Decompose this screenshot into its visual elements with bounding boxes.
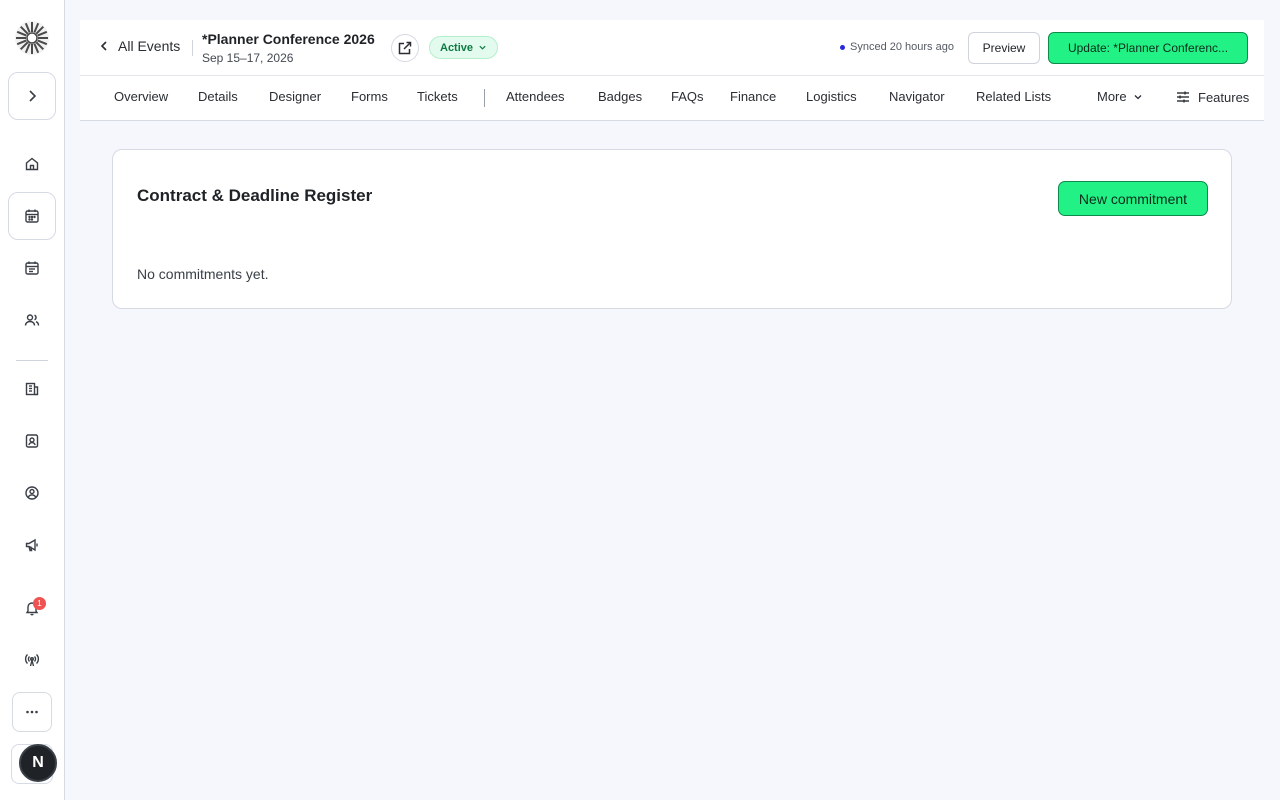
calendar-icon bbox=[25, 209, 39, 223]
sidebar-item-contacts[interactable] bbox=[12, 421, 52, 461]
tab-related-lists[interactable]: Related Lists bbox=[976, 89, 1051, 104]
open-external-button[interactable] bbox=[391, 34, 419, 62]
sidebar-item-marketing[interactable] bbox=[12, 525, 52, 565]
status-label: Active bbox=[440, 41, 474, 54]
megaphone-icon bbox=[25, 538, 38, 552]
event-header: All Events *Planner Conference 2026 Sep … bbox=[80, 20, 1264, 76]
sidebar-divider bbox=[16, 360, 48, 361]
tab-more-dropdown[interactable]: More bbox=[1097, 89, 1143, 104]
preview-button[interactable]: Preview bbox=[968, 32, 1040, 64]
sidebar-item-home[interactable] bbox=[12, 144, 52, 184]
broadcast-icon bbox=[24, 654, 40, 667]
features-button[interactable]: Features bbox=[1175, 89, 1249, 105]
external-link-icon bbox=[398, 41, 412, 55]
card-title: Contract & Deadline Register bbox=[137, 186, 373, 205]
tab-faqs[interactable]: FAQs bbox=[671, 89, 704, 104]
tab-badges[interactable]: Badges bbox=[598, 89, 642, 104]
expand-sidebar-button[interactable] bbox=[8, 72, 56, 120]
update-event-button[interactable]: Update: *Planner Conferenc... bbox=[1048, 32, 1248, 64]
event-tabs: Overview Details Designer Forms Tickets … bbox=[80, 76, 1264, 121]
sidebar-item-profile[interactable] bbox=[12, 473, 52, 513]
sidebar-item-broadcast[interactable] bbox=[12, 640, 52, 680]
chevron-right-icon bbox=[29, 90, 37, 102]
chevron-left-icon bbox=[100, 41, 107, 51]
chevron-down-icon bbox=[1134, 94, 1142, 99]
tab-finance[interactable]: Finance bbox=[730, 89, 776, 104]
tab-navigator[interactable]: Navigator bbox=[889, 89, 945, 104]
sync-status: Synced 20 hours ago bbox=[840, 41, 954, 53]
tab-overview[interactable]: Overview bbox=[114, 89, 168, 104]
home-icon bbox=[25, 157, 39, 171]
tab-forms[interactable]: Forms bbox=[351, 89, 388, 104]
sync-label: Synced 20 hours ago bbox=[850, 41, 954, 53]
tab-divider bbox=[484, 89, 485, 107]
sidebar-item-events[interactable] bbox=[8, 192, 56, 240]
contract-register-card: Contract & Deadline Register New commitm… bbox=[112, 149, 1232, 309]
building-icon bbox=[25, 382, 39, 396]
sidebar-item-people[interactable] bbox=[12, 300, 52, 340]
tab-more-label: More bbox=[1097, 89, 1127, 104]
calendar-list-icon bbox=[25, 261, 39, 275]
sidebar-item-schedule[interactable] bbox=[12, 248, 52, 288]
sidebar-item-venues[interactable] bbox=[12, 369, 52, 409]
users-icon bbox=[24, 314, 40, 326]
sidebar: 1 N bbox=[0, 0, 65, 800]
tab-tickets[interactable]: Tickets bbox=[417, 89, 458, 104]
sidebar-item-notifications[interactable] bbox=[12, 588, 52, 628]
avatar[interactable]: N bbox=[19, 744, 57, 782]
more-options-button[interactable] bbox=[12, 692, 52, 732]
event-dates: Sep 15–17, 2026 bbox=[202, 51, 294, 65]
header-divider bbox=[192, 40, 193, 56]
sync-dot-icon bbox=[840, 44, 845, 50]
back-label: All Events bbox=[118, 38, 181, 54]
new-commitment-button[interactable]: New commitment bbox=[1058, 181, 1208, 216]
user-circle-icon bbox=[25, 486, 39, 500]
sliders-icon bbox=[1177, 91, 1189, 103]
chevron-down-icon bbox=[479, 45, 486, 50]
notification-badge: 1 bbox=[33, 597, 46, 610]
tab-designer[interactable]: Designer bbox=[269, 89, 321, 104]
tab-attendees[interactable]: Attendees bbox=[506, 89, 565, 104]
contact-card-icon bbox=[25, 434, 39, 448]
status-dropdown[interactable]: Active bbox=[429, 36, 499, 59]
tab-logistics[interactable]: Logistics bbox=[806, 89, 857, 104]
event-title: *Planner Conference 2026 bbox=[202, 31, 375, 47]
empty-state-text: No commitments yet. bbox=[137, 266, 269, 282]
back-to-events-link[interactable]: All Events bbox=[98, 38, 180, 54]
features-label: Features bbox=[1198, 89, 1250, 105]
tab-details[interactable]: Details bbox=[198, 89, 238, 104]
logo-icon[interactable] bbox=[14, 20, 50, 56]
more-horizontal-icon bbox=[26, 710, 38, 714]
